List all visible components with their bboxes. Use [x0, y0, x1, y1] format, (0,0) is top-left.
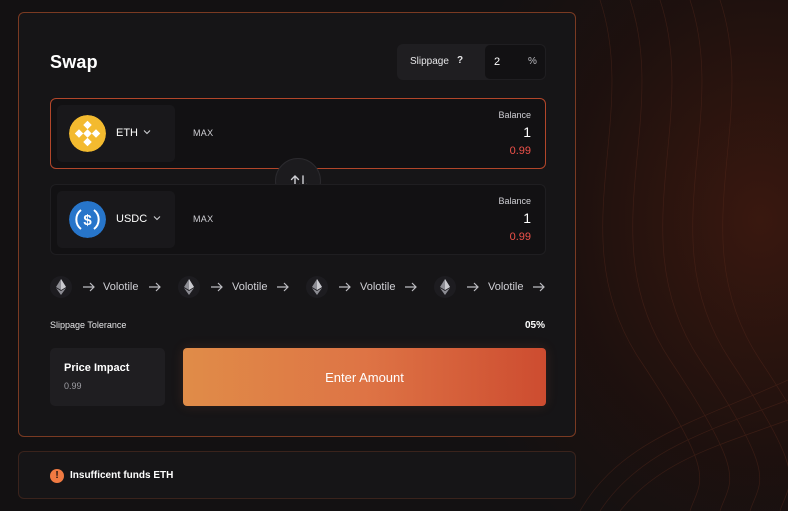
- arrow-right-icon: [533, 282, 545, 292]
- slippage-tolerance-value: 05%: [524, 320, 545, 331]
- slippage-tolerance-label: Slippage Tolerance: [50, 320, 127, 330]
- to-max-button[interactable]: MAX: [193, 214, 213, 224]
- price-impact-box: Price Impact 0.99: [50, 348, 165, 406]
- eth-icon: [306, 276, 328, 298]
- from-sub-value: 0.99: [509, 145, 531, 157]
- from-max-button[interactable]: MAX: [193, 128, 213, 138]
- swap-title: Swap: [50, 52, 98, 72]
- to-token-selector[interactable]: $ USDC: [57, 191, 175, 248]
- chevron-down-icon: [153, 216, 161, 221]
- arrow-right-icon: [405, 282, 417, 292]
- slippage-input-wrapper: %: [485, 45, 545, 79]
- to-sub-value: 0.99: [509, 231, 531, 243]
- price-impact-value: 0.99: [64, 381, 82, 391]
- from-token-name: ETH: [116, 127, 138, 139]
- slippage-label: Slippage: [410, 56, 449, 67]
- to-token-panel: $ USDC MAX Balance 1 0.99: [50, 184, 546, 255]
- svg-text:$: $: [83, 212, 92, 229]
- to-amount[interactable]: 1: [523, 210, 531, 226]
- exclamation-icon: !: [50, 469, 64, 483]
- from-amount[interactable]: 1: [523, 124, 531, 140]
- eth-icon: [434, 276, 456, 298]
- slippage-help-icon[interactable]: ?: [457, 55, 463, 66]
- arrow-right-icon: [149, 282, 161, 292]
- route-label: Volotile: [488, 281, 524, 293]
- route-label: Volotile: [360, 281, 396, 293]
- slippage-unit: %: [528, 56, 537, 67]
- from-balance-label: Balance: [498, 110, 531, 120]
- eth-icon: [178, 276, 200, 298]
- usdc-icon: $: [69, 201, 106, 238]
- route-label: Volotile: [232, 281, 268, 293]
- arrow-right-icon: [277, 282, 289, 292]
- arrow-right-icon: [467, 282, 479, 292]
- chevron-down-icon: [143, 130, 151, 135]
- arrow-right-icon: [83, 282, 95, 292]
- route-label: Volotile: [103, 281, 139, 293]
- arrow-right-icon: [211, 282, 223, 292]
- from-token-selector[interactable]: ETH: [57, 105, 175, 162]
- eth-icon: [50, 276, 72, 298]
- alert-banner: ! Insufficent funds ETH: [18, 451, 576, 499]
- price-impact-label: Price Impact: [64, 362, 130, 374]
- swap-route: Volotile Volotile Volotile Volotile: [50, 276, 560, 298]
- arrow-right-icon: [339, 282, 351, 292]
- slippage-control: Slippage ? %: [397, 44, 546, 80]
- to-balance-label: Balance: [498, 196, 531, 206]
- enter-amount-button[interactable]: Enter Amount: [183, 348, 546, 406]
- bnb-icon: [69, 115, 106, 152]
- slippage-input[interactable]: [494, 54, 524, 70]
- to-token-name: USDC: [116, 213, 148, 225]
- swap-card: Swap Slippage ? % ETH: [18, 12, 576, 437]
- alert-text: Insufficent funds ETH: [70, 470, 174, 481]
